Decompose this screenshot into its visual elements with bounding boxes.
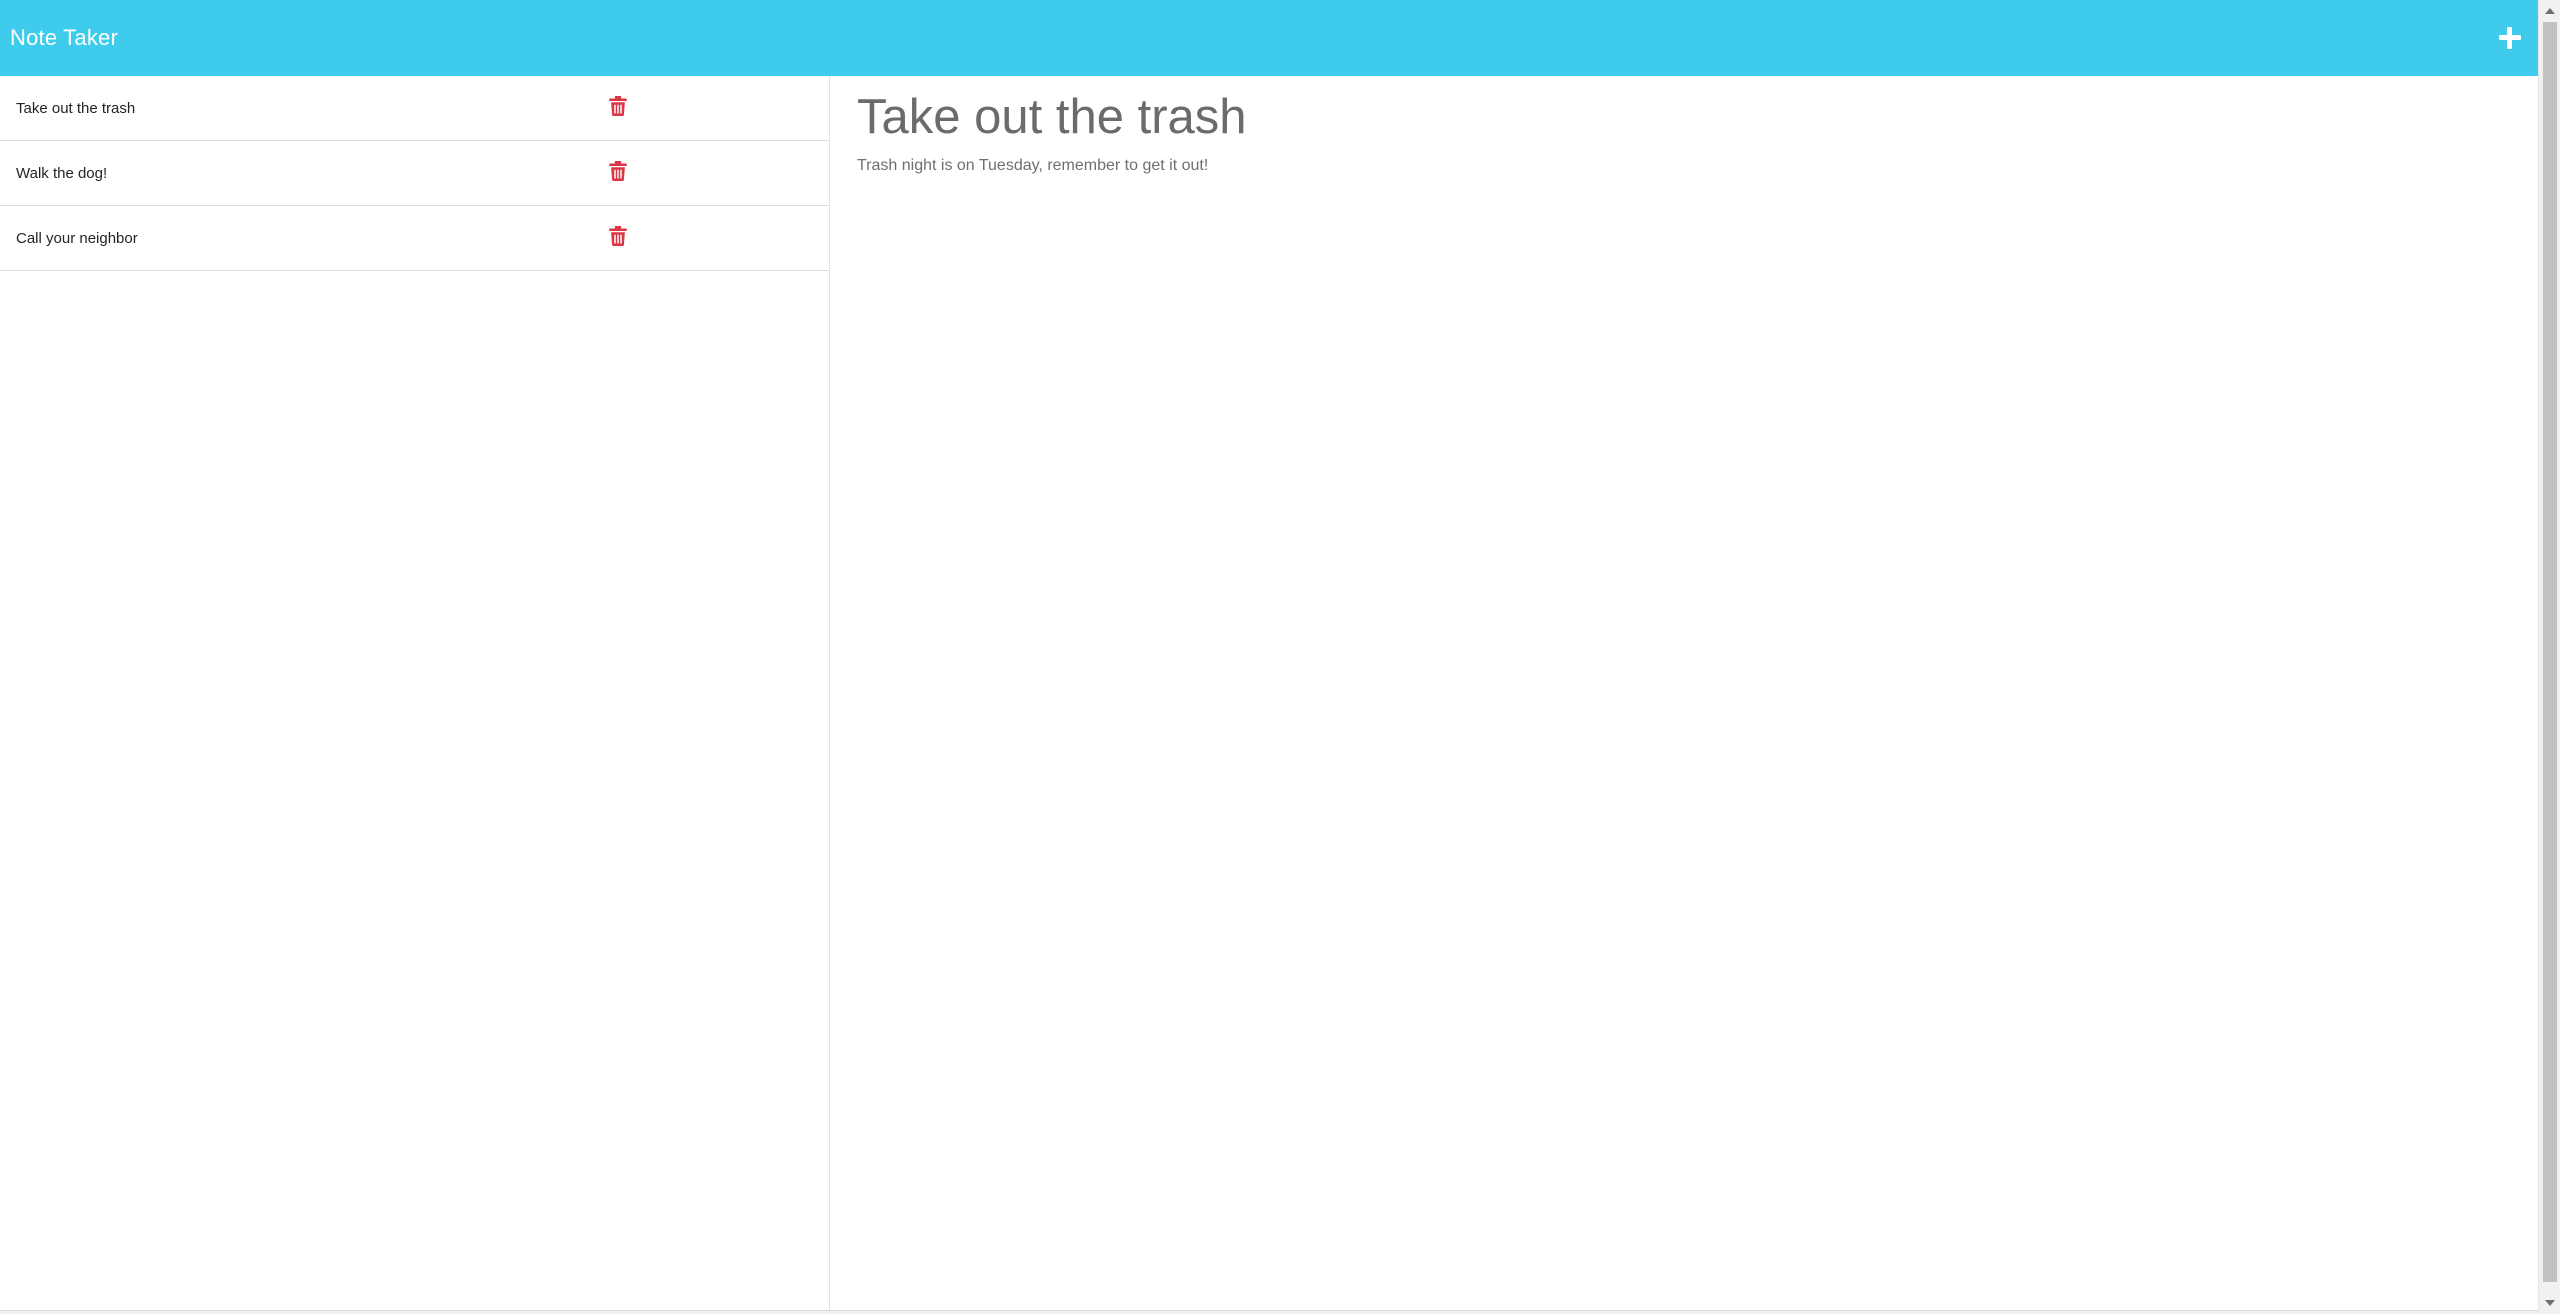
note-list: Take out the trash Walk the dog! Call yo…: [0, 76, 830, 1310]
list-item[interactable]: Walk the dog!: [0, 141, 829, 206]
trash-icon[interactable]: [609, 161, 627, 181]
note-editor: Take out the trash Trash night is on Tue…: [831, 76, 2538, 1310]
trash-icon[interactable]: [609, 226, 627, 246]
trash-icon[interactable]: [609, 96, 627, 116]
vertical-scrollbar[interactable]: [2538, 0, 2560, 1314]
note-list-title: Walk the dog!: [16, 164, 108, 182]
navbar: Note Taker: [0, 0, 2538, 76]
brand-title: Note Taker: [10, 25, 118, 50]
note-title-input[interactable]: Take out the trash: [857, 88, 2538, 147]
plus-icon: [2494, 22, 2526, 54]
scroll-down-icon[interactable]: [2545, 1300, 2555, 1306]
scroll-thumb[interactable]: [2543, 22, 2557, 1282]
list-item[interactable]: Take out the trash: [0, 76, 829, 141]
bottom-divider: [0, 1310, 2538, 1314]
scroll-up-icon[interactable]: [2545, 8, 2555, 14]
note-text-area[interactable]: Trash night is on Tuesday, remember to g…: [857, 157, 2538, 175]
list-item[interactable]: Call your neighbor: [0, 206, 829, 271]
note-list-title: Take out the trash: [16, 99, 136, 117]
note-taker-app: Note Taker Take out the trash Walk the d…: [0, 0, 2560, 1314]
new-note-button[interactable]: [2494, 22, 2526, 54]
note-list-title: Call your neighbor: [16, 229, 138, 247]
